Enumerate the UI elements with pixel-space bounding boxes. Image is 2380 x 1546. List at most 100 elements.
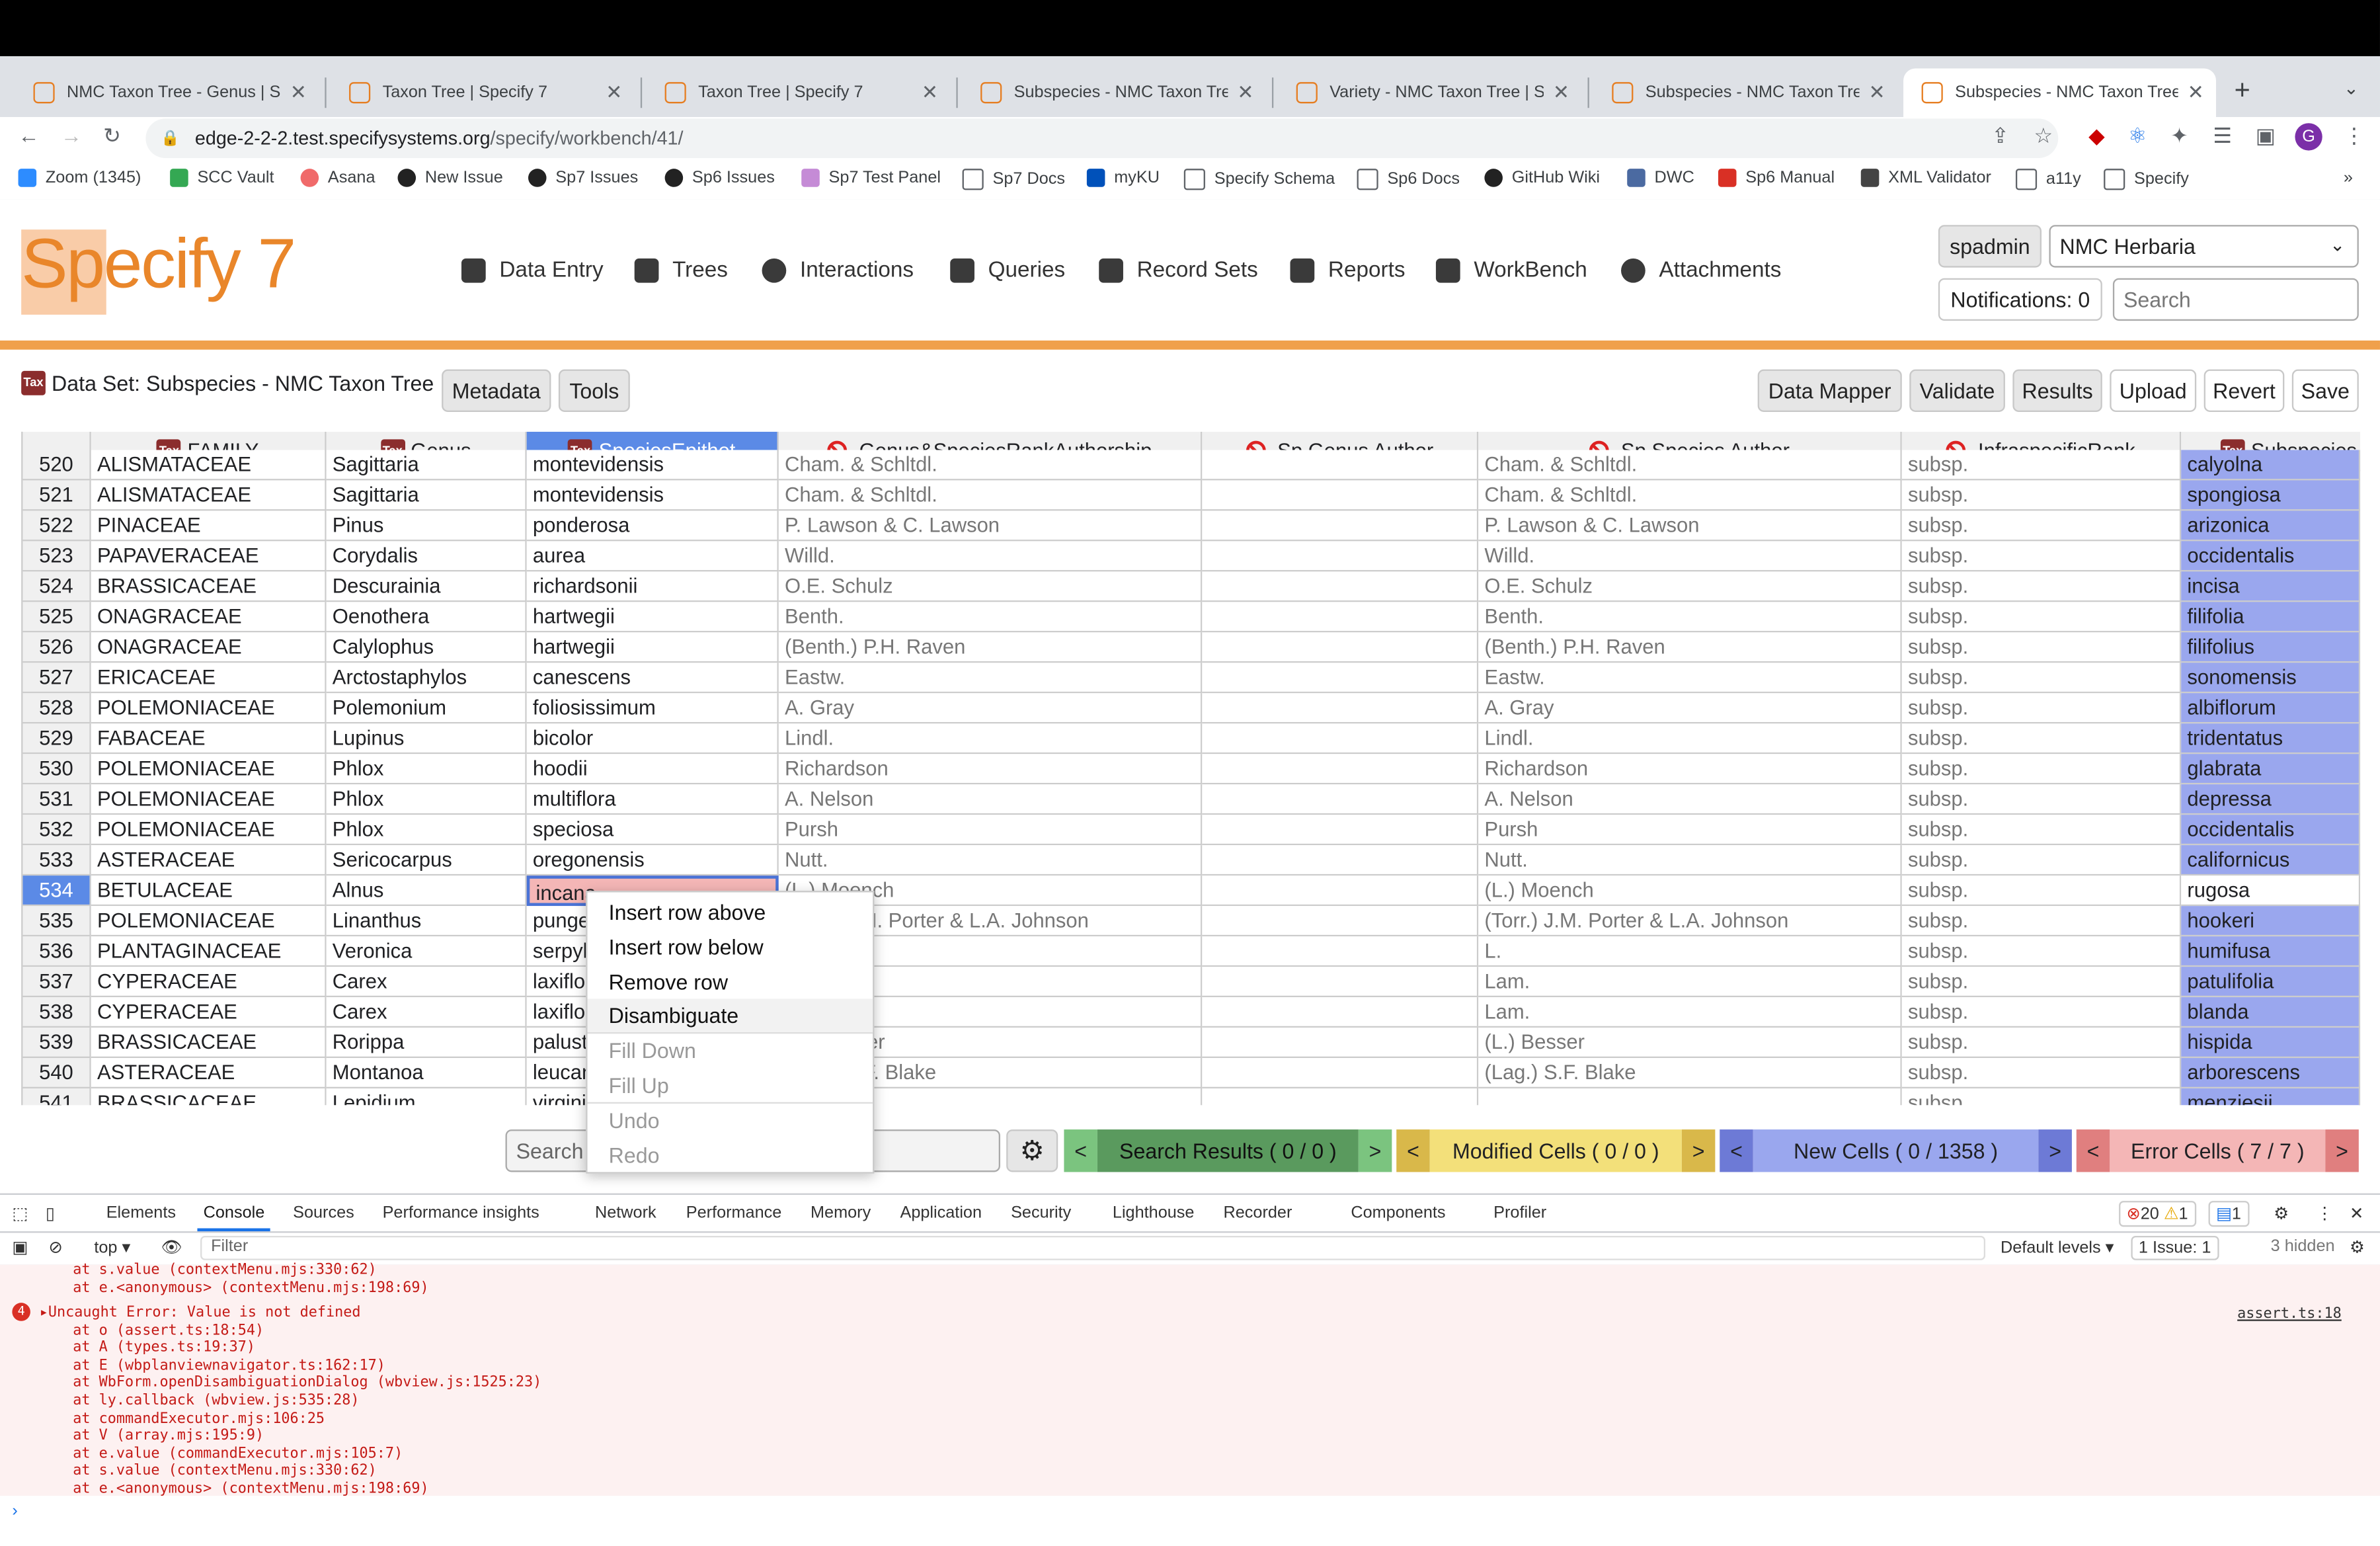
profile-avatar[interactable]: G (2295, 123, 2322, 151)
new-tab-icon[interactable]: + (2235, 75, 2250, 106)
table-cell[interactable] (1202, 1058, 1479, 1089)
table-cell[interactable]: montevidensis (526, 480, 779, 511)
table-cell[interactable]: subsp. (1901, 906, 2182, 937)
table-cell[interactable]: incisa (2181, 571, 2361, 602)
devtools-tab-application[interactable]: Application (900, 1204, 982, 1223)
row-number-cell[interactable]: 539 (22, 1028, 91, 1059)
table-cell[interactable]: speciosa (526, 815, 779, 846)
console-error-message[interactable]: ▸Uncaught Error: Value is not defined (40, 1304, 361, 1321)
tab-search-icon[interactable]: ⌄ (2344, 77, 2359, 99)
bookmark-dwc[interactable]: DWC (1627, 169, 1694, 187)
menu-fill-up[interactable]: Fill Up (588, 1069, 873, 1102)
devtools-counters[interactable]: ⊗20 ⚠1 (2119, 1201, 2196, 1227)
bookmark-sp6-manual[interactable]: Sp6 Manual (1718, 169, 1835, 187)
table-cell[interactable] (1202, 815, 1479, 846)
table-cell[interactable]: Linanthus (326, 906, 527, 937)
table-cell[interactable]: montevidensis (526, 450, 779, 481)
browser-tab[interactable]: Subspecies - NMC Taxon Tree ✕ (1594, 68, 1897, 117)
table-cell[interactable]: filifolia (2181, 602, 2361, 633)
table-cell[interactable]: humifusa (2181, 936, 2361, 967)
error-source-link[interactable]: assert.ts:18 (2237, 1306, 2342, 1322)
table-cell[interactable] (1202, 754, 1479, 785)
sidebar-toggle-icon[interactable]: ▣ (12, 1237, 28, 1258)
table-cell[interactable]: hookeri (2181, 906, 2361, 937)
close-tab-icon[interactable]: ✕ (606, 81, 622, 105)
new-prev-button[interactable]: < (1720, 1129, 1753, 1172)
table-cell[interactable]: POLEMONIACEAE (91, 815, 327, 846)
table-cell[interactable]: Alnus (326, 875, 527, 907)
row-number-cell[interactable]: 530 (22, 754, 91, 785)
devtools-tab-profiler[interactable]: Profiler (1493, 1204, 1546, 1223)
table-cell[interactable]: P. Lawson & C. Lawson (1478, 510, 1902, 542)
live-expression-eye-icon[interactable]: 👁 (161, 1237, 182, 1258)
nav-record-sets[interactable]: Record Sets (1099, 258, 1258, 283)
table-cell[interactable]: subsp. (1901, 784, 2182, 815)
table-cell[interactable]: BRASSICACEAE (91, 571, 327, 602)
share-icon[interactable]: ⇪ (1991, 123, 2009, 149)
table-cell[interactable]: BRASSICACEAE (91, 1088, 327, 1106)
table-cell[interactable]: Eastw. (778, 663, 1203, 694)
table-cell[interactable]: Lam. (1478, 997, 1902, 1028)
menu-disambiguate[interactable]: Disambiguate (587, 998, 873, 1032)
row-number-cell[interactable]: 523 (22, 541, 91, 572)
nav-trees[interactable]: Trees (634, 258, 728, 283)
error-next-button[interactable]: > (2325, 1129, 2359, 1172)
table-cell[interactable] (1202, 845, 1479, 876)
table-cell[interactable]: arizonica (2181, 510, 2361, 542)
nav-queries[interactable]: Queries (950, 258, 1065, 283)
table-cell[interactable] (1202, 510, 1479, 542)
bookmark-zoom[interactable]: Zoom (1345) (18, 169, 141, 187)
react-extension-icon[interactable]: ⚛ (2128, 123, 2147, 149)
table-cell[interactable]: subsp. (1901, 693, 2182, 724)
notifications-button[interactable]: Notifications: 0 (1938, 278, 2102, 321)
table-cell[interactable]: subsp. (1901, 632, 2182, 663)
bookmark-asana[interactable]: Asana (300, 169, 376, 187)
table-cell[interactable]: Eastw. (1478, 663, 1902, 694)
bookmark-sp7-docs[interactable]: Sp7 Docs (962, 169, 1065, 190)
devtools-more-icon[interactable]: ⋮ (2317, 1204, 2333, 1224)
table-cell[interactable]: Lupinus (326, 723, 527, 754)
table-row[interactable]: 528 POLEMONIACEAE Polemonium foliosissimum A… (22, 693, 2361, 724)
table-cell[interactable]: (L.) Besser (1478, 1028, 1902, 1059)
table-cell[interactable]: CYPERACEAE (91, 967, 327, 998)
validate-button[interactable]: Validate (1909, 369, 2005, 413)
table-cell[interactable]: Descurainia (326, 571, 527, 602)
table-cell[interactable] (1202, 967, 1479, 998)
devtools-tab-performance[interactable]: Performance (686, 1204, 782, 1223)
table-cell[interactable]: Pinus (326, 510, 527, 542)
menu-fill-down[interactable]: Fill Down (588, 1034, 873, 1067)
table-cell[interactable]: PAPAVERACEAE (91, 541, 327, 572)
table-cell[interactable] (1202, 541, 1479, 572)
table-cell[interactable] (1202, 571, 1479, 602)
devtools-tab-elements[interactable]: Elements (106, 1204, 176, 1223)
table-cell[interactable] (1202, 997, 1479, 1028)
table-cell[interactable]: CYPERACEAE (91, 997, 327, 1028)
table-cell[interactable]: Oenothera (326, 602, 527, 633)
console-settings-gear-icon[interactable]: ⚙ (2350, 1237, 2365, 1258)
close-tab-icon[interactable]: ✕ (2188, 81, 2204, 105)
browser-tab[interactable]: NMC Taxon Tree - Genus | Spe ✕ (15, 68, 319, 117)
table-cell[interactable]: rugosa (2181, 875, 2361, 907)
table-cell[interactable]: Sagittaria (326, 450, 527, 481)
device-toolbar-icon[interactable]: ▯ (46, 1204, 55, 1224)
clear-console-icon[interactable]: ⊘ (48, 1237, 62, 1258)
bookmark-a11y[interactable]: a11y (2015, 169, 2081, 190)
search-next-button[interactable]: > (1358, 1129, 1392, 1172)
table-cell[interactable]: ALISMATACEAE (91, 480, 327, 511)
devtools-tab-recorder[interactable]: Recorder (1223, 1204, 1292, 1223)
table-row[interactable]: 539 BRASSICACEAE Rorippa palustris (L.) Bess… (22, 1028, 2361, 1059)
table-row[interactable]: 527 ERICACEAE Arctostaphylos canescens Eastw… (22, 663, 2361, 694)
devtools-tab-console[interactable]: Console (197, 1204, 272, 1232)
address-bar[interactable]: 🔒 edge-2-2-2.test.specifysystems.org/spe… (145, 118, 2059, 159)
reload-icon[interactable]: ↻ (103, 123, 121, 149)
table-cell[interactable]: (Benth.) P.H. Raven (1478, 632, 1902, 663)
table-cell[interactable]: subsp. (1901, 1058, 2182, 1089)
search-prev-button[interactable]: < (1064, 1129, 1097, 1172)
bookmark-star-icon[interactable]: ☆ (2034, 123, 2053, 149)
table-cell[interactable]: multiflora (526, 784, 779, 815)
row-number-cell[interactable]: 534 (22, 875, 91, 907)
row-number-cell[interactable]: 526 (22, 632, 91, 663)
back-icon[interactable]: ← (19, 123, 40, 147)
table-cell[interactable]: subsp. (1901, 997, 2182, 1028)
table-cell[interactable]: subsp. (1901, 571, 2182, 602)
